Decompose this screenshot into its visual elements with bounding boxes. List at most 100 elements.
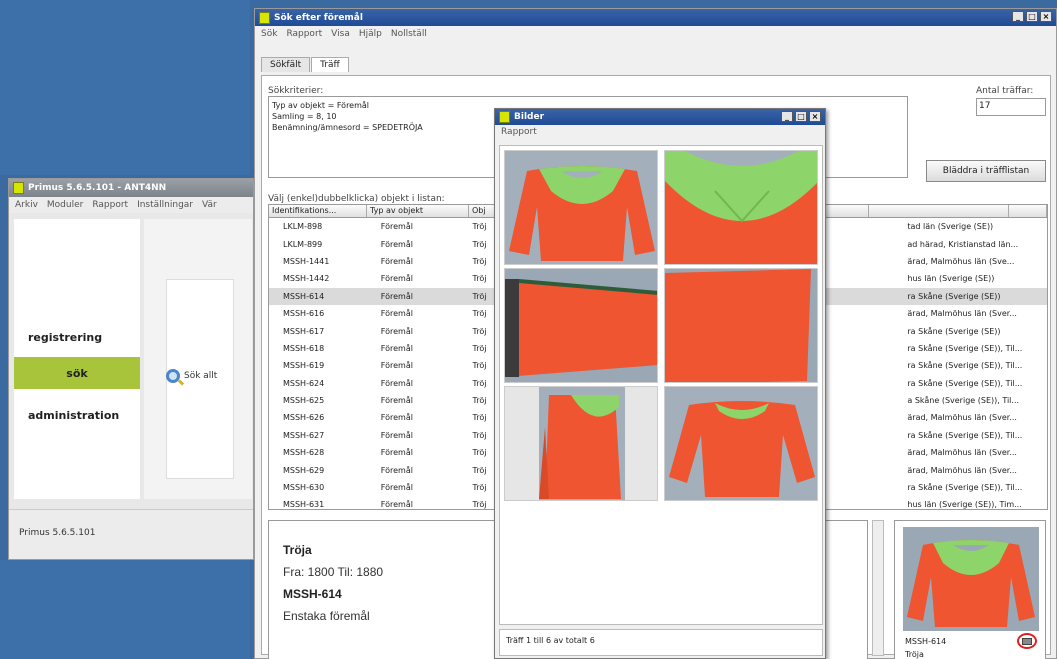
maximize-icon[interactable]: □ — [795, 111, 807, 122]
cell-place: ra Skåne (Sverige (SE)) — [907, 291, 1001, 301]
cell-place: ra Skåne (Sverige (SE)), Til... — [907, 378, 1023, 388]
browse-hits-button[interactable]: Bläddra i träfflistan — [926, 160, 1046, 182]
gallery-image-2[interactable] — [664, 150, 818, 265]
thumbnail-id: MSSH-614 — [905, 637, 947, 646]
menu-rapport[interactable]: Rapport — [286, 29, 322, 39]
cell-id: MSSH-630 — [283, 483, 325, 493]
primus-side-panel: Sök allt — [144, 219, 252, 499]
cell-place: ärad, Malmöhus län (Sve... — [907, 256, 1015, 266]
primus-main-window: Primus 5.6.5.101 - ANT4NN Arkiv Moduler … — [8, 178, 254, 560]
image-gallery-icon[interactable] — [1017, 633, 1037, 649]
menu-installningar[interactable]: Inställningar — [137, 200, 193, 210]
close-icon[interactable]: × — [1040, 11, 1052, 22]
thumbnail-name: Tröja — [905, 650, 924, 659]
menu-moduler[interactable]: Moduler — [47, 200, 83, 210]
cell-type: Föremål — [380, 413, 413, 423]
window-controls: _ □ × — [1012, 11, 1052, 22]
menu-sok[interactable]: Sök — [261, 29, 277, 39]
cell-place: hus län (Sverige (SE)) — [907, 274, 995, 284]
menu-visa[interactable]: Visa — [331, 29, 350, 39]
cell-type: Föremål — [380, 222, 413, 232]
menu-arkiv[interactable]: Arkiv — [15, 200, 38, 210]
search-titlebar[interactable]: Sök efter föremål _ □ × — [255, 9, 1056, 26]
cell-id: MSSH-614 — [283, 291, 325, 301]
gallery-image-5[interactable] — [504, 386, 658, 501]
cell-type: Föremål — [380, 361, 413, 371]
tab-traff[interactable]: Träff — [311, 57, 349, 72]
close-icon[interactable]: × — [809, 111, 821, 122]
cell-id: LKLM-898 — [283, 222, 323, 232]
cell-type: Föremål — [380, 430, 413, 440]
cell-type: Föremål — [380, 396, 413, 406]
cell-id: MSSH-616 — [283, 309, 325, 319]
bilder-app-icon — [499, 111, 510, 123]
primus-app-icon — [13, 182, 24, 194]
cell-type: Föremål — [380, 465, 413, 475]
bilder-window: Bilder _ □ × Rapport Träff 1 till 6 av t… — [494, 108, 826, 659]
cell-place: ärad, Malmöhus län (Sver... — [907, 309, 1017, 319]
sweater-back-image — [665, 387, 817, 500]
minimize-icon[interactable]: _ — [781, 111, 793, 122]
nav-sok[interactable]: sök — [14, 357, 140, 389]
search-window-title: Sök efter föremål — [274, 12, 363, 23]
cell-type: Föremål — [380, 326, 413, 336]
gallery-image-3[interactable] — [504, 268, 658, 383]
menu-hjalp[interactable]: Hjälp — [359, 29, 382, 39]
cell-id: MSSH-626 — [283, 413, 325, 423]
search-icon — [166, 369, 180, 383]
search-all-link[interactable]: Sök allt — [166, 369, 217, 383]
cell-place: ärad, Malmöhus län (Sver... — [907, 413, 1017, 423]
gallery-image-1[interactable] — [504, 150, 658, 265]
cell-type: Föremål — [380, 343, 413, 353]
cell-type: Föremål — [380, 239, 413, 249]
nav-registrering[interactable]: registrering — [14, 321, 140, 353]
maximize-icon[interactable]: □ — [1026, 11, 1038, 22]
search-all-label: Sök allt — [184, 371, 218, 381]
bilder-titlebar[interactable]: Bilder _ □ × — [495, 109, 825, 125]
cell-type: Föremål — [380, 291, 413, 301]
criteria-label: Sökkriterier: — [268, 86, 324, 96]
hits-label: Antal träffar: — [976, 86, 1034, 96]
gallery-image-4[interactable] — [664, 268, 818, 383]
thumbnail-panel: MSSH-614 Tröja — [894, 520, 1046, 659]
cell-place: ra Skåne (Sverige (SE)), Til... — [907, 343, 1023, 353]
menu-rapport[interactable]: Rapport — [92, 200, 128, 210]
bilder-menubar: Rapport — [495, 125, 825, 139]
cell-place: hus län (Sverige (SE)), Tim... — [907, 500, 1022, 510]
primus-menubar: Arkiv Moduler Rapport Inställningar Vär — [9, 197, 253, 213]
minimize-icon[interactable]: _ — [1012, 11, 1024, 22]
cell-place: ra Skåne (Sverige (SE)), Til... — [907, 483, 1023, 493]
sweater-thumbnail[interactable] — [903, 527, 1039, 631]
search-menubar: Sök Rapport Visa Hjälp Nollställ — [255, 26, 1056, 42]
cell-id: MSSH-624 — [283, 378, 325, 388]
menu-var[interactable]: Vär — [202, 200, 217, 210]
bilder-window-controls: _ □ × — [781, 111, 821, 122]
tab-sokfalt[interactable]: Sökfält — [261, 57, 311, 72]
sweater-front-image — [505, 151, 657, 264]
column-header-place[interactable] — [869, 205, 1009, 217]
column-header-id[interactable]: Identifikations... — [269, 205, 367, 217]
cell-id: MSSH-1442 — [283, 274, 330, 284]
cell-id: MSSH-619 — [283, 361, 325, 371]
bilder-window-title: Bilder — [514, 112, 545, 122]
nav-administration[interactable]: administration — [14, 399, 140, 431]
primus-window-title: Primus 5.6.5.101 - ANT4NN — [28, 183, 167, 193]
column-header-extra[interactable] — [1009, 205, 1047, 217]
cell-place: ad härad, Kristianstad län... — [907, 239, 1019, 249]
column-header-type[interactable]: Typ av objekt — [367, 205, 469, 217]
sweater-fabric-image — [665, 269, 817, 382]
menu-rapport[interactable]: Rapport — [501, 127, 537, 137]
cell-id: MSSH-617 — [283, 326, 325, 336]
cell-type: Föremål — [380, 500, 413, 510]
menu-nollstall[interactable]: Nollställ — [391, 29, 427, 39]
cell-type: Föremål — [380, 378, 413, 388]
detail-scrollbar[interactable] — [872, 520, 884, 656]
sweater-side-image — [505, 387, 657, 500]
search-tabs: Sökfält Träff — [261, 57, 350, 72]
gallery-image-6[interactable] — [664, 386, 818, 501]
primus-titlebar[interactable]: Primus 5.6.5.101 - ANT4NN — [9, 179, 253, 197]
selection-label: Välj (enkel)dubbelklicka) objekt i lista… — [268, 194, 445, 204]
search-app-icon — [259, 11, 270, 24]
primus-nav: registrering sök administration — [14, 219, 140, 499]
cell-place: tad län (Sverige (SE)) — [907, 222, 994, 232]
